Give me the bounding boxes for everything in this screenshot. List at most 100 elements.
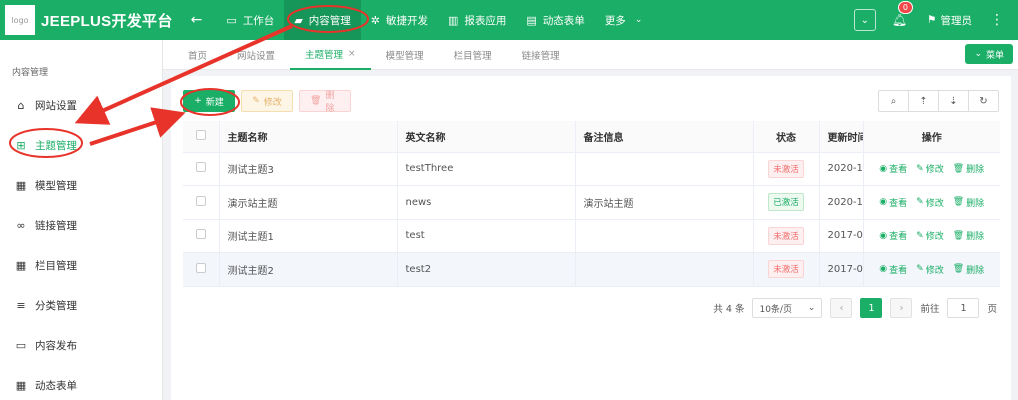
nav-item-workbench[interactable]: ▭ 工作台	[216, 0, 284, 40]
edit-link-label: 修改	[925, 165, 944, 176]
edit-link[interactable]: ✎ 修改	[916, 196, 944, 209]
nav-item-forms[interactable]: ▤ 动态表单	[516, 0, 594, 40]
sidebar-item-label: 栏目管理	[35, 259, 77, 272]
tab-bar: 首页 网站设置 主题管理 × 模型管理 栏目管理 链接管理 ⌄ 菜单	[163, 40, 1018, 70]
delete-button[interactable]: 🗑︎ 删除	[299, 90, 351, 114]
edit-icon: ✎	[252, 96, 260, 106]
delete-link[interactable]: 🗑︎ 删除	[953, 162, 984, 176]
tab-site-settings[interactable]: 网站设置	[222, 40, 290, 70]
notification-badge: 0	[897, 1, 913, 14]
sidebar-item-site-settings[interactable]: ⌂ 网站设置	[0, 85, 162, 125]
plus-square-icon: ⊞	[16, 138, 26, 152]
refresh-icon[interactable]: ↻	[968, 90, 999, 112]
select-all-checkbox[interactable]	[183, 121, 219, 153]
view-link[interactable]: ◉ 查看	[879, 196, 907, 209]
row-checkbox[interactable]	[183, 185, 219, 220]
logo[interactable]: logo	[5, 5, 35, 35]
sidebar-item-label: 网站设置	[35, 99, 77, 112]
status-badge: 未激活	[768, 159, 804, 178]
tab-label: 首页	[188, 50, 208, 62]
status-badge: 已激活	[768, 193, 804, 212]
page-number-current[interactable]: 1	[860, 298, 883, 318]
search-icon[interactable]: ⌕	[878, 90, 909, 112]
plus-icon: +	[194, 96, 202, 106]
tab-model[interactable]: 模型管理	[371, 40, 439, 70]
page-size-value: 10条/页	[759, 304, 792, 315]
sidebar-item-column[interactable]: ▦ 栏目管理	[0, 245, 162, 285]
eye-icon: ◉	[879, 197, 888, 208]
view-link[interactable]: ◉ 查看	[879, 162, 907, 176]
menu-button-label: 菜单	[985, 50, 1004, 61]
table-row[interactable]: 测试主题2 test2 未激活 2017-09 ◉查看 ✎修改 🗑︎删除	[183, 252, 1000, 287]
next-page-button[interactable]: ›	[890, 298, 913, 318]
sidebar-item-dynamic-form[interactable]: ▦ 动态表单	[0, 365, 162, 400]
sidebar-item-link[interactable]: ∞ 链接管理	[0, 205, 162, 245]
table-icon: ▦	[15, 258, 27, 272]
sidebar-item-theme[interactable]: ⊞ 主题管理	[0, 125, 162, 165]
delete-link[interactable]: 🗑︎ 删除	[953, 229, 984, 243]
sidebar-item-publish[interactable]: ▭ 内容发布	[0, 325, 162, 365]
goto-page-input[interactable]: 1	[947, 298, 980, 318]
view-link[interactable]: ◉ 查看	[879, 229, 907, 243]
table-row[interactable]: 演示站主题 news 演示站主题 已激活 2020-12 ◉查看 ✎修改 🗑︎删…	[183, 185, 1000, 220]
delete-link[interactable]: 🗑︎ 删除	[953, 263, 984, 276]
header-en-name[interactable]: 英文名称	[396, 121, 575, 153]
header-status[interactable]: 状态	[752, 121, 819, 153]
main-panel: + 新建 ✎ 修改 🗑︎ 删除 ⌕ ⇡ ⇣ ↻ 主题名称 英文名称 备注信息 状态 更…	[171, 76, 1011, 400]
header-remarks[interactable]: 备注信息	[574, 121, 753, 153]
goto-label: 前往	[920, 304, 940, 315]
cell-updated: 2017-09	[818, 219, 863, 253]
row-checkbox[interactable]	[183, 252, 219, 287]
edit-button[interactable]: ✎ 修改	[241, 90, 293, 112]
user-menu[interactable]: ⚑ 管理员	[927, 13, 972, 28]
edit-link[interactable]: ✎ 修改	[916, 263, 944, 276]
delete-link[interactable]: 🗑︎ 删除	[953, 196, 984, 209]
cell-actions: ◉ 查看 ✎ 修改 🗑︎ 删除	[862, 185, 1000, 220]
tab-theme[interactable]: 主题管理 ×	[290, 40, 371, 70]
bell-icon[interactable]: 🔔︎ 0	[892, 1, 913, 27]
nav-item-content[interactable]: ▰ 内容管理	[284, 0, 361, 40]
menu-button[interactable]: ⌄ 菜单	[965, 44, 1013, 64]
more-vertical-icon[interactable]: ⋮	[990, 12, 1004, 28]
cell-actions: ◉ 查看 ✎ 修改 🗑︎ 删除	[862, 152, 1000, 186]
user-label: 管理员	[940, 14, 973, 27]
nav-item-label: 敏捷开发	[386, 14, 428, 27]
import-icon[interactable]: ⇡	[908, 90, 939, 112]
sidebar-item-model[interactable]: ▦ 模型管理	[0, 165, 162, 205]
nav-item-more[interactable]: 更多 ⌄	[595, 0, 653, 40]
tab-link[interactable]: 链接管理	[507, 40, 575, 70]
table-row[interactable]: 测试主题1 test 未激活 2017-09 ◉查看 ✎修改 🗑︎删除	[183, 219, 1000, 253]
nav-item-label: 工作台	[242, 14, 275, 27]
row-checkbox[interactable]	[183, 152, 219, 186]
nav-item-label: 动态表单	[542, 14, 585, 27]
sidebar-item-category[interactable]: ≡ 分类管理	[0, 285, 162, 325]
row-checkbox[interactable]	[183, 219, 219, 253]
nav-item-reports[interactable]: ▥ 报表应用	[438, 0, 516, 40]
prev-page-button[interactable]: ‹	[830, 298, 853, 318]
edit-link[interactable]: ✎ 修改	[916, 229, 944, 243]
close-icon[interactable]: ×	[348, 49, 356, 59]
header-name[interactable]: 主题名称	[218, 121, 397, 153]
link-icon: ∞	[16, 218, 26, 232]
cell-name: 测试主题1	[218, 219, 397, 253]
cell-updated: 2020-12	[818, 185, 863, 220]
page-size-select[interactable]: 10条/页 ⌄	[752, 298, 823, 318]
pagination-total: 共 4 条	[713, 304, 745, 315]
edit-link[interactable]: ✎ 修改	[916, 162, 944, 176]
nav-item-agile[interactable]: ✲ 敏捷开发	[361, 0, 438, 40]
header-updated[interactable]: 更新时间	[818, 121, 863, 153]
newspaper-icon: ▭	[15, 338, 27, 352]
back-arrow-icon[interactable]: ←	[191, 12, 203, 28]
form-icon: ▤	[526, 13, 537, 27]
export-icon[interactable]: ⇣	[938, 90, 969, 112]
theme-table: 主题名称 英文名称 备注信息 状态 更新时间 操作 测试主题3 testThre…	[183, 121, 1000, 287]
tab-column[interactable]: 栏目管理	[439, 40, 507, 70]
view-link[interactable]: ◉ 查看	[879, 263, 907, 276]
new-button[interactable]: + 新建	[183, 90, 235, 112]
cell-remarks: 演示站主题	[574, 185, 753, 220]
tab-home[interactable]: 首页	[163, 40, 222, 70]
table-row[interactable]: 测试主题3 testThree 未激活 2020-12 ◉查看 ✎修改 🗑︎删除	[183, 152, 1000, 186]
edit-link-label: 修改	[925, 265, 944, 276]
dropdown-toggle-icon[interactable]: ⌄	[853, 9, 876, 31]
tab-label: 主题管理	[305, 49, 344, 61]
